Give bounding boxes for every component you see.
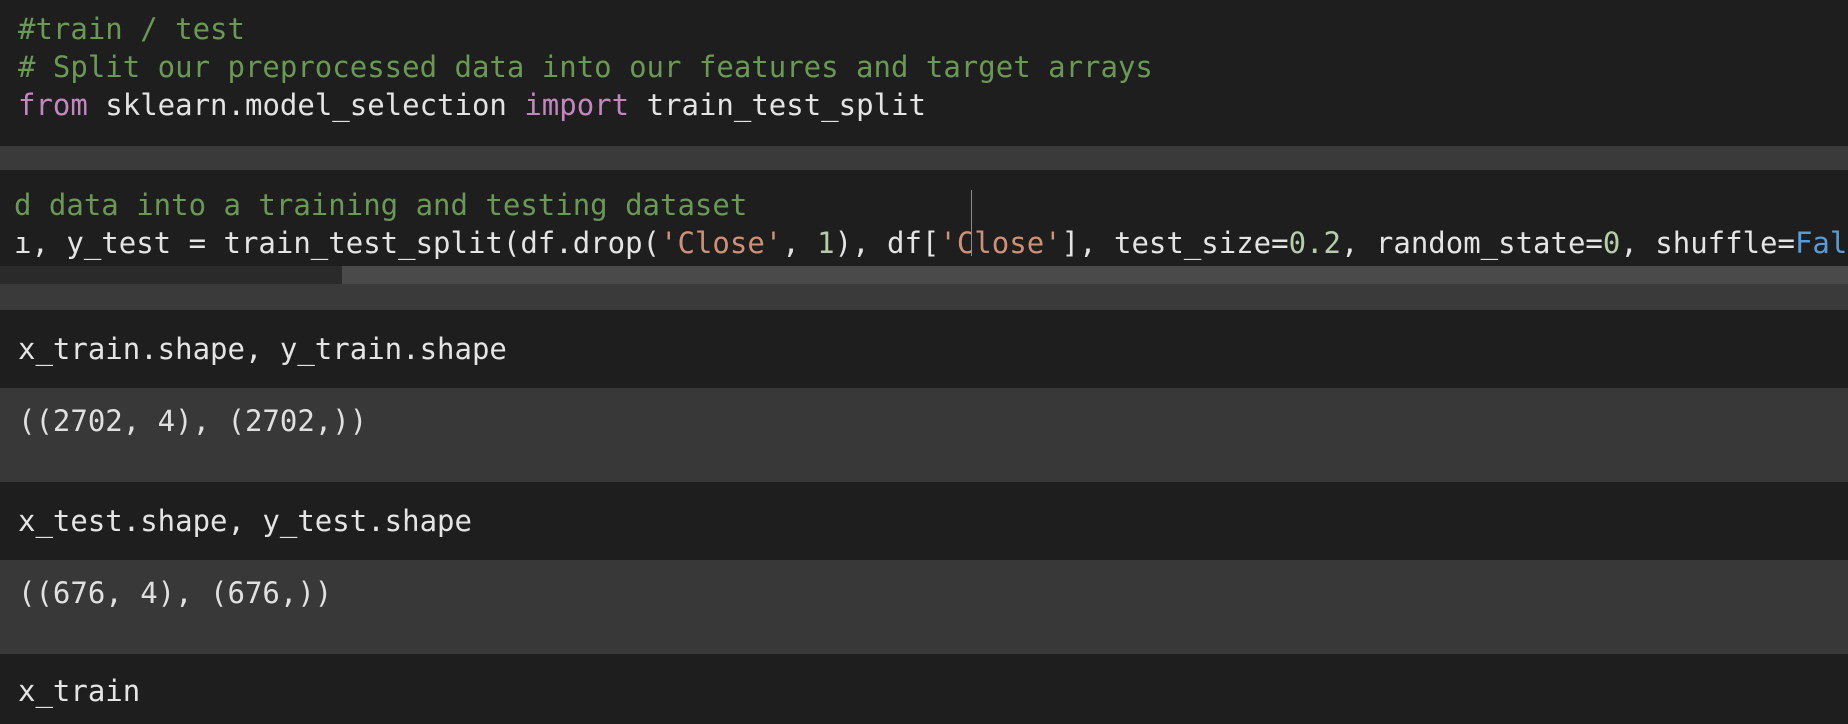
code-token: ], test_size= xyxy=(1061,226,1289,260)
string-literal: 'Close' xyxy=(939,226,1062,260)
horizontal-scrollbar[interactable] xyxy=(0,266,1848,284)
comment-line: # Split our preprocessed data into our f… xyxy=(18,50,1153,84)
code-line: x_test.shape, y_test.shape xyxy=(18,504,472,538)
number-literal: 1 xyxy=(817,226,835,260)
code-token: ), df[ xyxy=(834,226,940,260)
code-token: , xyxy=(782,226,818,260)
number-literal: 0 xyxy=(1602,226,1621,260)
code-token: train_test_split xyxy=(629,88,926,122)
code-line: ı, y_test = train_test_split(df.drop('Cl… xyxy=(14,224,1848,262)
code-cell-train-shape[interactable]: x_train.shape, y_train.shape xyxy=(0,310,1848,388)
cell-output: ((676, 4), (676,)) xyxy=(0,560,1848,654)
comment-line: d data into a training and testing datas… xyxy=(14,188,748,222)
keyword: from xyxy=(18,88,88,122)
cell-separator xyxy=(0,146,1848,170)
cell-separator xyxy=(0,284,1848,310)
code-cell-split[interactable]: d data into a training and testing datas… xyxy=(0,170,1848,284)
code-token: , random_state= xyxy=(1340,226,1603,260)
code-line: from sklearn.model_selection import trai… xyxy=(18,86,926,124)
output-text: ((2702, 4), (2702,)) xyxy=(18,404,368,438)
comment-line: #train / test xyxy=(18,12,245,46)
code-token: , shuffle= xyxy=(1620,226,1795,260)
code-line: x_train xyxy=(18,674,141,708)
code-token: ı, y_test = train_test_split(df.drop( xyxy=(14,226,661,260)
cell-output: ((2702, 4), (2702,)) xyxy=(0,388,1848,482)
keyword: import xyxy=(524,88,630,122)
scrollbar-thumb[interactable] xyxy=(342,266,1848,284)
code-token: sklearn.model_selection xyxy=(87,88,525,122)
text-cursor xyxy=(971,190,972,256)
boolean-literal: False xyxy=(1794,226,1848,260)
code-cell-test-shape[interactable]: x_test.shape, y_test.shape xyxy=(0,482,1848,560)
code-cell-import[interactable]: #train / test # Split our preprocessed d… xyxy=(0,0,1848,146)
number-literal: 0.2 xyxy=(1288,226,1341,260)
code-cell-x-train[interactable]: x_train xyxy=(0,654,1848,724)
code-line: x_train.shape, y_train.shape xyxy=(18,332,507,366)
output-text: ((676, 4), (676,)) xyxy=(18,576,333,610)
string-literal: 'Close' xyxy=(660,226,783,260)
